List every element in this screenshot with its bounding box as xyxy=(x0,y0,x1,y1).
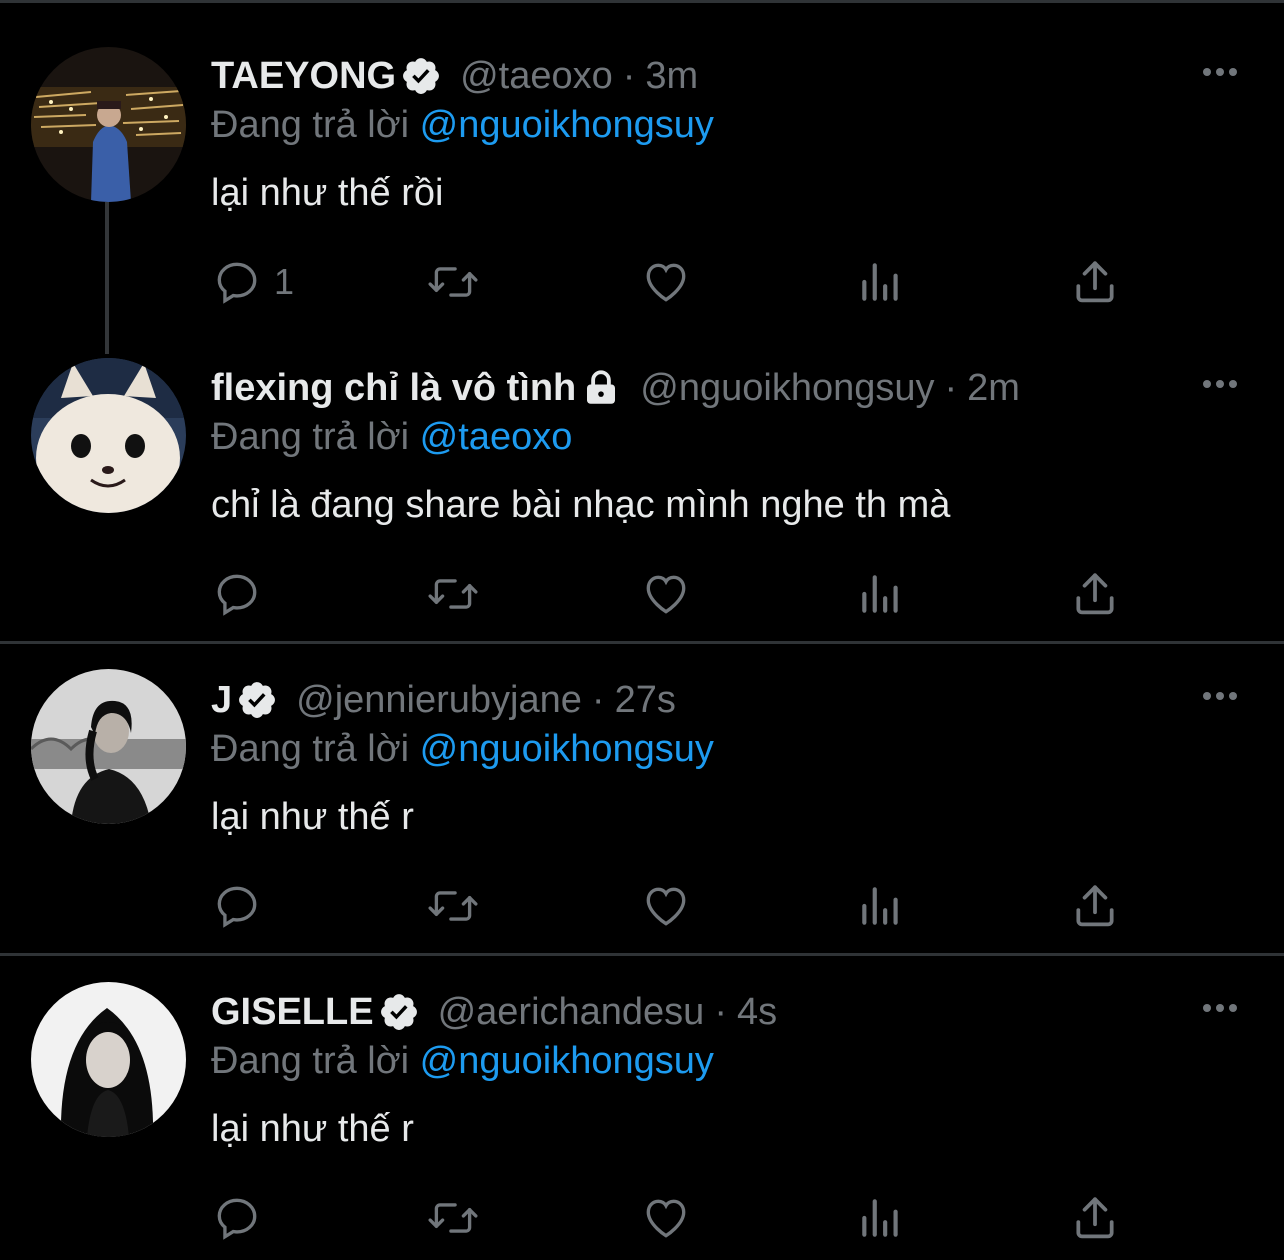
retweet-icon xyxy=(428,267,478,297)
action-bar xyxy=(0,564,1284,624)
user-handle[interactable]: @nguoikhongsuy xyxy=(640,365,934,411)
more-options-icon[interactable] xyxy=(1196,996,1244,1020)
replying-to-label: Đang trả lời xyxy=(211,1040,410,1082)
views-icon xyxy=(862,1199,898,1237)
retweet-button[interactable] xyxy=(426,1188,480,1248)
tweet-text: lại như thế rồi xyxy=(211,172,444,214)
display-name[interactable]: TAEYONG xyxy=(211,53,396,99)
tweet-giselle[interactable]: GISELLE @aerichandesu · 4s Đang trả lời … xyxy=(0,956,1284,1260)
share-icon xyxy=(1076,885,1114,927)
user-handle[interactable]: @aerichandesu xyxy=(438,989,705,1035)
retweet-icon xyxy=(428,1203,478,1233)
reply-button[interactable] xyxy=(212,564,274,624)
timestamp[interactable]: 27s xyxy=(615,677,676,723)
replying-to: Đang trả lời @nguoikhongsuy xyxy=(211,1038,714,1084)
tweet-text: chỉ là đang share bài nhạc mình nghe th … xyxy=(211,484,951,526)
action-bar xyxy=(0,1188,1284,1248)
views-button[interactable] xyxy=(858,876,904,936)
action-bar: 1 xyxy=(0,252,1284,312)
reply-button[interactable] xyxy=(212,1188,274,1248)
reply-mention-link[interactable]: @nguoikhongsuy xyxy=(420,728,714,770)
user-handle[interactable]: @jennierubyjane xyxy=(296,677,582,723)
reply-icon xyxy=(217,262,257,304)
tweet-header: GISELLE @aerichandesu · 4s xyxy=(211,989,777,1035)
tweet-flexing[interactable]: flexing chỉ là vô tình @nguoikhongsuy · … xyxy=(0,330,1284,642)
views-icon xyxy=(862,887,898,925)
like-button[interactable] xyxy=(641,1188,691,1248)
replying-to-label: Đang trả lời xyxy=(211,728,410,770)
views-icon xyxy=(862,263,898,301)
more-options-icon[interactable] xyxy=(1196,684,1244,708)
separator-dot: · xyxy=(591,679,605,721)
retweet-button[interactable] xyxy=(426,564,480,624)
heart-icon xyxy=(646,263,686,302)
views-button[interactable] xyxy=(858,564,904,624)
avatar-giselle[interactable] xyxy=(31,982,186,1137)
verified-badge-icon xyxy=(236,679,278,721)
display-name[interactable]: GISELLE xyxy=(211,989,374,1035)
avatar-flexing[interactable] xyxy=(31,358,186,513)
retweet-icon xyxy=(428,579,478,609)
share-button[interactable] xyxy=(1072,252,1118,312)
separator-dot: · xyxy=(714,991,727,1033)
like-button[interactable] xyxy=(641,876,691,936)
more-options-icon[interactable] xyxy=(1196,372,1244,396)
timestamp[interactable]: 2m xyxy=(967,365,1020,411)
verified-badge-icon xyxy=(378,991,420,1033)
timestamp[interactable]: 3m xyxy=(645,53,698,99)
reply-button[interactable]: 1 xyxy=(212,252,294,312)
replying-to-label: Đang trả lời xyxy=(211,416,410,458)
replying-to: Đang trả lời @taeoxo xyxy=(211,414,572,460)
reply-button[interactable] xyxy=(212,876,274,936)
replying-to: Đang trả lời @nguoikhongsuy xyxy=(211,726,714,772)
replying-to-label: Đang trả lời xyxy=(211,104,410,146)
separator-dot: · xyxy=(944,367,958,409)
views-button[interactable] xyxy=(858,252,904,312)
user-handle[interactable]: @taeoxo xyxy=(460,53,613,99)
reply-mention-link[interactable]: @nguoikhongsuy xyxy=(420,104,714,146)
display-name[interactable]: flexing chỉ là vô tình xyxy=(211,365,576,411)
avatar-taeyong[interactable] xyxy=(31,47,186,202)
reply-count: 1 xyxy=(274,261,295,302)
share-button[interactable] xyxy=(1072,564,1118,624)
replying-to: Đang trả lời @nguoikhongsuy xyxy=(211,102,714,148)
avatar-j[interactable] xyxy=(31,669,186,824)
heart-icon xyxy=(646,887,686,926)
share-icon xyxy=(1076,573,1114,615)
timestamp[interactable]: 4s xyxy=(737,989,777,1035)
tweet-taeyong[interactable]: TAEYONG @taeoxo · 3m Đang trả lời @nguoi… xyxy=(0,0,1284,354)
tweet-header: J @jennierubyjane · 27s xyxy=(211,677,676,723)
reply-icon xyxy=(217,886,257,928)
more-options-icon[interactable] xyxy=(1196,60,1244,84)
share-icon xyxy=(1076,261,1114,303)
tweet-j[interactable]: J @jennierubyjane · 27s Đang trả lời @ng… xyxy=(0,644,1284,954)
share-button[interactable] xyxy=(1072,876,1118,936)
reply-icon xyxy=(217,574,257,616)
views-icon xyxy=(862,575,898,613)
retweet-button[interactable] xyxy=(426,252,480,312)
reply-icon xyxy=(217,1198,257,1240)
tweet-header: flexing chỉ là vô tình @nguoikhongsuy · … xyxy=(211,365,1020,411)
reply-mention-link[interactable]: @taeoxo xyxy=(420,416,573,458)
tweet-text: lại như thế r xyxy=(211,1108,414,1150)
retweet-icon xyxy=(428,891,478,921)
like-button[interactable] xyxy=(641,564,691,624)
heart-icon xyxy=(646,575,686,614)
views-button[interactable] xyxy=(858,1188,904,1248)
retweet-button[interactable] xyxy=(426,876,480,936)
share-button[interactable] xyxy=(1072,1188,1118,1248)
heart-icon xyxy=(646,1199,686,1238)
display-name[interactable]: J xyxy=(211,677,232,723)
reply-mention-link[interactable]: @nguoikhongsuy xyxy=(420,1040,714,1082)
separator-dot: · xyxy=(622,55,636,97)
tweet-header: TAEYONG @taeoxo · 3m xyxy=(211,53,698,99)
verified-badge-icon xyxy=(400,55,442,97)
like-button[interactable] xyxy=(641,252,691,312)
share-icon xyxy=(1076,1197,1114,1239)
tweet-text: lại như thế r xyxy=(211,796,414,838)
action-bar xyxy=(0,876,1284,936)
lock-icon xyxy=(580,367,622,409)
